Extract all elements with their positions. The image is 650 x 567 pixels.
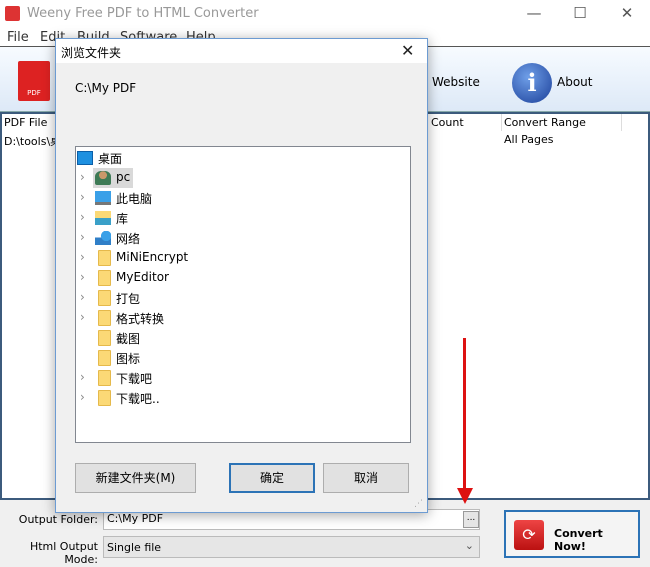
convert-now-button[interactable]: ⟳ Convert Now! bbox=[504, 510, 640, 558]
folder-icon bbox=[98, 330, 111, 346]
dialog-close-button[interactable]: ✕ bbox=[401, 41, 414, 60]
tree-item-label: 桌面 bbox=[98, 152, 123, 166]
chevron-right-icon[interactable]: › bbox=[80, 270, 85, 284]
chevron-right-icon[interactable]: › bbox=[80, 390, 85, 404]
folder-icon bbox=[98, 250, 111, 266]
folder-icon bbox=[98, 390, 111, 406]
row-file[interactable]: D:\tools\桌 bbox=[4, 133, 61, 149]
cancel-button[interactable]: 取消 bbox=[323, 463, 409, 493]
dialog-title: 浏览文件夹 bbox=[61, 46, 122, 60]
ok-button[interactable]: 确定 bbox=[229, 463, 315, 493]
network-icon bbox=[95, 231, 111, 245]
window-title: Weeny Free PDF to HTML Converter bbox=[27, 6, 259, 21]
mode-label: Html Output Mode: bbox=[29, 540, 98, 566]
annotation-arrow bbox=[463, 338, 466, 490]
chevron-right-icon[interactable]: › bbox=[80, 230, 85, 244]
column-divider bbox=[501, 114, 502, 131]
minimize-button[interactable]: — bbox=[519, 4, 549, 22]
output-folder-label: Output Folder: bbox=[18, 513, 98, 526]
convert-label: Convert Now! bbox=[554, 527, 603, 553]
tree-item[interactable]: › 打包 bbox=[76, 288, 406, 308]
library-icon bbox=[95, 211, 111, 225]
computer-icon bbox=[95, 191, 111, 205]
new-folder-button[interactable]: 新建文件夹(M) bbox=[75, 463, 196, 493]
info-icon[interactable]: i bbox=[512, 63, 552, 103]
desktop-icon bbox=[77, 151, 93, 165]
tree-item[interactable]: › MyEditor bbox=[76, 268, 406, 288]
about-button[interactable]: About bbox=[557, 75, 592, 89]
tree-item[interactable]: › 网络 bbox=[76, 228, 406, 248]
chevron-right-icon[interactable]: › bbox=[80, 190, 85, 204]
tree-item-label: MiNiEncrypt bbox=[116, 250, 189, 264]
column-convert-range[interactable]: Convert Range bbox=[504, 116, 586, 129]
tree-item-label: 下载吧 bbox=[116, 372, 153, 386]
tree-item-label: pc bbox=[116, 170, 131, 184]
tree-item[interactable]: 桌面 bbox=[58, 148, 388, 168]
chevron-right-icon[interactable]: › bbox=[80, 210, 85, 224]
add-pdf-icon[interactable]: PDF bbox=[18, 61, 50, 101]
chevron-down-icon: ⌄ bbox=[464, 539, 474, 552]
tree-item-label: 格式转换 bbox=[116, 312, 165, 326]
selected-path: C:\My PDF bbox=[75, 81, 137, 95]
close-button[interactable]: ✕ bbox=[612, 4, 642, 22]
tree-item-label: 网络 bbox=[116, 232, 141, 246]
chevron-right-icon[interactable]: › bbox=[80, 370, 85, 384]
tree-item[interactable]: 图标 bbox=[76, 348, 406, 368]
app-icon bbox=[5, 6, 20, 21]
tree-item-label: 此电脑 bbox=[116, 192, 153, 206]
chevron-right-icon[interactable]: › bbox=[80, 310, 85, 324]
tree-item-label: 打包 bbox=[116, 292, 141, 306]
tree-item[interactable]: › MiNiEncrypt bbox=[76, 248, 406, 268]
tree-item[interactable]: › 格式转换 bbox=[76, 308, 406, 328]
tree-item[interactable]: › pc bbox=[76, 168, 406, 188]
output-mode-value: Single file bbox=[107, 541, 162, 554]
column-count[interactable]: Count bbox=[431, 116, 464, 129]
browse-folder-dialog: 浏览文件夹 ✕ C:\My PDF 桌面 › pc › 此电脑 › 库 › 网络 › MiNiEnc… bbox=[55, 38, 428, 513]
tree-item-label: 图标 bbox=[116, 352, 141, 366]
folder-icon bbox=[98, 350, 111, 366]
resize-grip-icon[interactable]: ⋰ bbox=[414, 499, 423, 509]
folder-icon bbox=[98, 370, 111, 386]
chevron-right-icon[interactable]: › bbox=[80, 250, 85, 264]
website-button[interactable]: Website bbox=[432, 75, 480, 89]
chevron-right-icon[interactable]: › bbox=[80, 170, 85, 184]
folder-tree[interactable]: 桌面 › pc › 此电脑 › 库 › 网络 › MiNiEncrypt › MyEditor › 打包 › 格… bbox=[75, 146, 411, 443]
folder-icon bbox=[98, 310, 111, 326]
tree-item[interactable]: › 库 bbox=[76, 208, 406, 228]
tree-item[interactable]: › 此电脑 bbox=[76, 188, 406, 208]
chevron-right-icon[interactable]: › bbox=[80, 290, 85, 304]
tree-item-label: 下载吧.. bbox=[116, 392, 160, 406]
annotation-arrowhead bbox=[457, 488, 473, 504]
tree-item-label: 截图 bbox=[116, 332, 141, 346]
column-pdf-file[interactable]: PDF File bbox=[4, 116, 47, 129]
folder-icon bbox=[98, 290, 111, 306]
tree-item[interactable]: › 下载吧.. bbox=[76, 388, 406, 408]
column-divider bbox=[621, 114, 622, 131]
output-mode-select[interactable]: Single file ⌄ bbox=[103, 536, 480, 558]
tree-item-label: MyEditor bbox=[116, 270, 169, 284]
tree-item[interactable]: 截图 bbox=[76, 328, 406, 348]
tree-item-label: 库 bbox=[116, 212, 129, 226]
row-range[interactable]: All Pages bbox=[504, 133, 554, 146]
browse-button[interactable]: ... bbox=[463, 511, 479, 528]
convert-icon: ⟳ bbox=[514, 520, 544, 550]
tree-item[interactable]: › 下载吧 bbox=[76, 368, 406, 388]
menu-file[interactable]: File bbox=[7, 30, 29, 45]
maximize-button[interactable]: ☐ bbox=[565, 4, 595, 22]
folder-icon bbox=[98, 270, 111, 286]
user-icon bbox=[95, 171, 111, 185]
